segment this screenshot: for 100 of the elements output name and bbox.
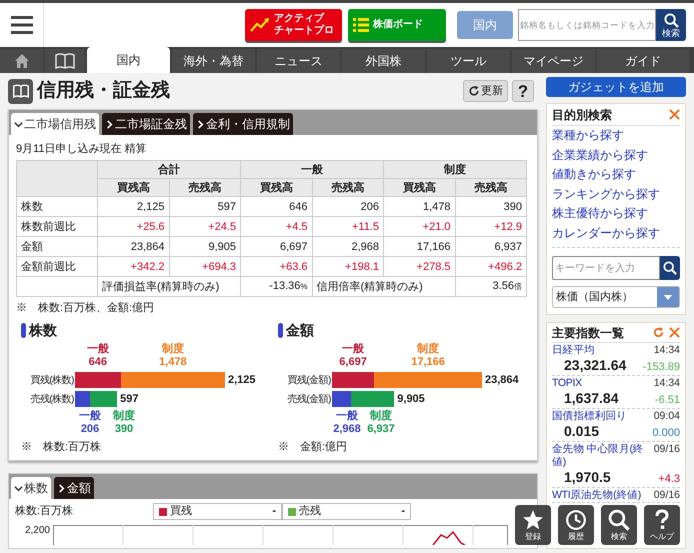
legend-value: - — [401, 504, 405, 520]
segment-label: 制度 — [113, 410, 135, 422]
bar-label: 買残(株数) — [29, 374, 75, 388]
nav-tab[interactable]: ニュース — [257, 49, 340, 73]
nav-tab[interactable]: マイページ — [512, 49, 595, 73]
nav-tab[interactable]: 海外・為替 — [172, 49, 255, 73]
index-name[interactable]: 金先物 中心限月(終値) — [552, 443, 652, 469]
column-header: 合計 — [98, 160, 240, 178]
index-name[interactable]: 日経平均 — [552, 344, 652, 357]
unit-note: ※ 金額:億円 — [278, 440, 348, 454]
search-link[interactable]: ランキングから探す — [552, 184, 660, 204]
table-cell: 17,166 — [384, 236, 455, 256]
close-icon — [669, 327, 680, 338]
home-icon — [14, 53, 30, 69]
row-header: 株数 — [16, 196, 98, 216]
refresh-icon — [653, 327, 664, 338]
index-value: 0.015 — [563, 423, 600, 439]
category-select[interactable]: 株価（国内株） — [552, 286, 680, 308]
table-cell: 390 — [455, 196, 526, 216]
chart-title: 金額 — [286, 321, 314, 340]
search-link[interactable]: 値動きから探す — [552, 165, 636, 184]
segment-value: 390 — [114, 422, 134, 436]
nav-tab[interactable]: 外国株 — [342, 49, 425, 73]
table-cell: 597 — [169, 196, 240, 216]
home-tab[interactable] — [0, 49, 43, 73]
legend-value: - — [272, 504, 276, 520]
bar-label: 売残(株数) — [29, 392, 75, 406]
index-value: 1,637.84 — [563, 390, 618, 406]
chart-tool-button[interactable]: アクティブ チャートプロ — [245, 9, 342, 41]
book-icon — [8, 78, 33, 104]
bookmark-button[interactable]: 登録 — [515, 505, 551, 545]
bar-label: 買残(金額) — [286, 374, 332, 388]
index-time: 09:04 — [654, 410, 680, 423]
column-header: 売残高 — [455, 178, 526, 196]
title-marker — [278, 323, 283, 338]
segment-value: 2,968 — [333, 422, 361, 436]
segment-label: 制度 — [370, 410, 392, 422]
help-button[interactable]: ? — [512, 80, 534, 102]
index-time: 14:34 — [654, 344, 680, 357]
tab[interactable]: 金額 — [54, 477, 94, 499]
chevron-right-icon — [105, 120, 114, 128]
table-cell: +12.9 — [455, 216, 526, 236]
row-header: 金額 — [16, 236, 98, 256]
search-link[interactable]: 株主優待から探す — [552, 204, 648, 224]
index-value: 23,321.64 — [563, 357, 626, 373]
index-name[interactable]: WTI原油先物(終値) — [552, 489, 652, 502]
search-icon — [664, 12, 678, 28]
index-name[interactable]: 国債指標利回り — [552, 410, 652, 423]
segment-label: 一般 — [79, 410, 101, 422]
tab[interactable]: 株数 — [11, 477, 51, 499]
table-cell: -13.36% — [240, 276, 312, 296]
tab[interactable]: 二市場証金残 — [102, 113, 190, 135]
index-time: 14:34 — [654, 377, 680, 390]
table-cell: +496.2 — [455, 256, 526, 276]
nav-tab[interactable]: ガイド — [597, 49, 689, 73]
search-link[interactable]: 業種から探す — [552, 126, 624, 146]
segment-label: 制度 — [417, 342, 440, 356]
index-change: 0.000 — [652, 426, 680, 441]
stock-board-button[interactable]: 株価ボード — [348, 9, 446, 41]
index-change: -153.89 — [642, 360, 680, 375]
question-mark-icon — [655, 509, 669, 531]
segment-label: 一般 — [86, 342, 109, 356]
table-cell: +694.3 — [169, 256, 240, 276]
segment-value: 6,697 — [339, 356, 367, 368]
chevron-right-icon — [57, 484, 66, 492]
refresh-button[interactable]: 更新 — [463, 80, 508, 102]
index-name[interactable]: TOPIX — [552, 377, 652, 390]
history-button[interactable]: 履歴 — [558, 505, 594, 545]
table-cell: 6,937 — [455, 236, 526, 256]
search-button[interactable]: 検索 — [601, 505, 637, 545]
book-tab[interactable] — [45, 49, 85, 73]
column-header: 買残高 — [384, 178, 455, 196]
add-gadget-button[interactable]: ガジェットを追加 — [546, 77, 686, 97]
legend-label: 売残 — [299, 504, 321, 520]
search-link[interactable]: カレンダーから探す — [552, 224, 660, 243]
chevron-down-icon — [14, 120, 23, 128]
nav-tab[interactable]: 国内 — [87, 47, 170, 73]
as-of-date: 9月11日申し込み現在 精算 — [16, 142, 148, 155]
segment-value: 6,937 — [367, 422, 395, 436]
trend-arrow-icon — [250, 17, 270, 33]
nav-tab[interactable]: ツール — [427, 49, 510, 73]
search-button[interactable] — [660, 256, 680, 280]
segment-label: 一般 — [336, 410, 358, 422]
help-button[interactable]: ヘルプ — [644, 505, 680, 545]
table-cell: +63.6 — [240, 256, 312, 276]
tab[interactable]: 金利・信用規制 — [193, 113, 293, 135]
keyword-field[interactable]: キーワードを入力 — [552, 256, 660, 280]
table-cell: 23,864 — [98, 236, 169, 256]
index-time: 09/16 — [654, 443, 680, 456]
dropdown-icon — [657, 287, 679, 307]
column-header: 制度 — [384, 160, 526, 178]
search-link[interactable]: 企業業績から探す — [552, 146, 648, 165]
table-cell: +342.2 — [98, 256, 169, 276]
search-field[interactable]: 銘柄名もしくは銘柄コードを入力 — [518, 9, 656, 41]
tab[interactable]: 二市場信用残 — [11, 113, 99, 135]
clock-icon — [565, 509, 587, 531]
table-cell: 2,968 — [312, 236, 384, 256]
unit-note: ※ 株数:百万株 — [21, 440, 102, 454]
search-button[interactable]: 検索 — [656, 9, 686, 41]
segment-label: 一般 — [342, 342, 364, 356]
